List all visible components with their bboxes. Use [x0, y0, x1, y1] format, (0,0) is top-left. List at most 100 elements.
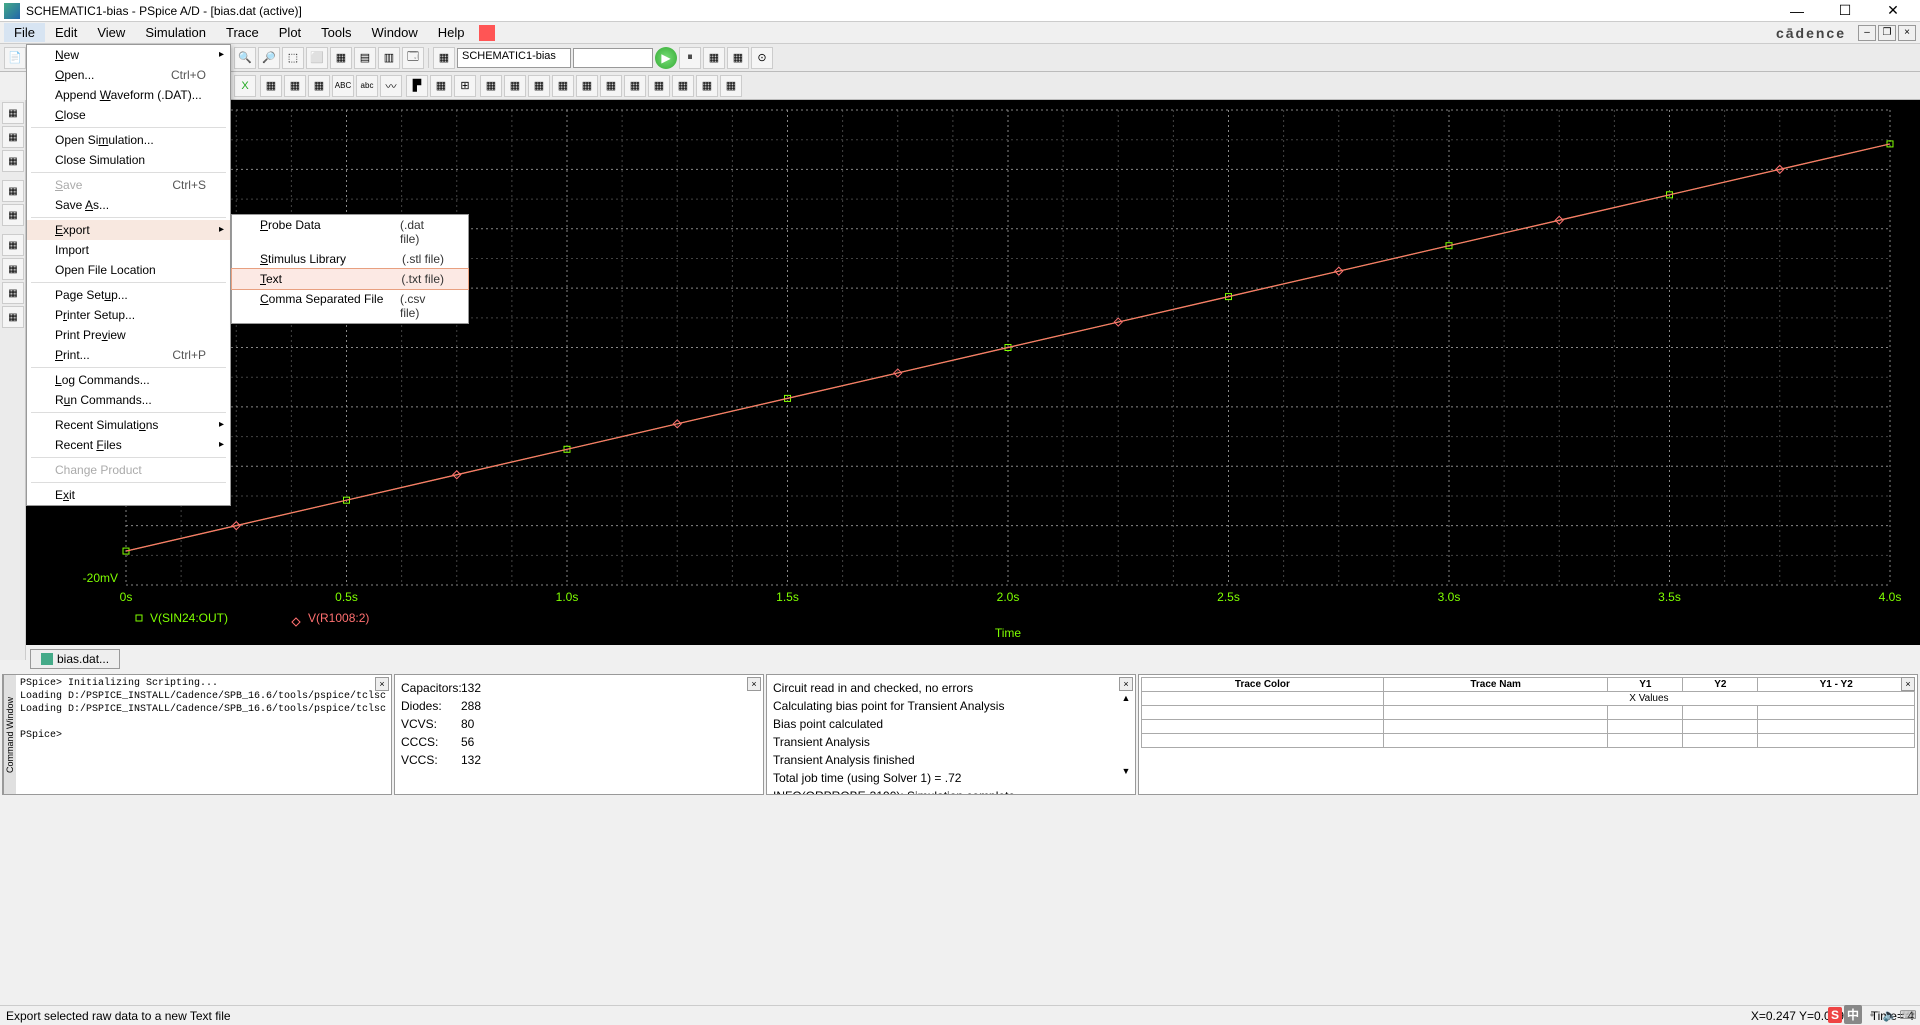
toolbar-icon[interactable]: 〰: [380, 75, 402, 97]
ime-lang[interactable]: 中: [1844, 1005, 1862, 1024]
file-print[interactable]: Print...Ctrl+P: [27, 345, 230, 365]
minimize-button[interactable]: —: [1774, 0, 1820, 22]
profile-combo[interactable]: [573, 48, 653, 68]
toolbar-icon[interactable]: ▦: [576, 75, 598, 97]
toolbar-icon[interactable]: ▥: [378, 47, 400, 69]
tool-icon[interactable]: ▦: [2, 234, 24, 256]
toolbar-icon[interactable]: ▦: [504, 75, 526, 97]
file-print-preview[interactable]: Print Preview: [27, 325, 230, 345]
zoom-out-icon[interactable]: 🔎: [258, 47, 280, 69]
toolbar-icon[interactable]: ▦: [284, 75, 306, 97]
cursor-table[interactable]: Trace Color Trace Nam Y1 Y2 Y1 - Y2 X Va…: [1141, 677, 1915, 748]
toolbar-icon[interactable]: ▦: [720, 75, 742, 97]
panel-close-button[interactable]: ×: [375, 677, 389, 691]
toolbar-icon[interactable]: ▦: [624, 75, 646, 97]
file-run-commands[interactable]: Run Commands...: [27, 390, 230, 410]
file-open-location[interactable]: Open File Location: [27, 260, 230, 280]
abc-icon[interactable]: abc: [356, 75, 378, 97]
tool-icon[interactable]: ▦: [2, 306, 24, 328]
plot-area[interactable]: 0s0.5s1.0s1.5s2.0s2.5s3.0s3.5s4.0s-20mVT…: [26, 100, 1920, 645]
th-trace-color[interactable]: Trace Color: [1142, 678, 1384, 692]
toolbar-icon[interactable]: ▦: [430, 75, 452, 97]
console-output[interactable]: PSpice> Initializing Scripting... Loadin…: [16, 675, 391, 794]
cursor-icon[interactable]: ▛: [406, 75, 428, 97]
toolbar-icon[interactable]: ▦: [308, 75, 330, 97]
file-exit[interactable]: Exit: [27, 485, 230, 505]
th-y1[interactable]: Y1: [1608, 678, 1683, 692]
th-y2[interactable]: Y2: [1683, 678, 1758, 692]
file-open-sim[interactable]: Open Simulation...: [27, 130, 230, 150]
pause-icon[interactable]: ⏸: [679, 47, 701, 69]
scroll-down-icon[interactable]: ▼: [1119, 766, 1133, 776]
scroll-up-icon[interactable]: ▲: [1119, 693, 1133, 703]
menu-simulation[interactable]: Simulation: [135, 23, 216, 42]
toolbar-icon[interactable]: ▦: [600, 75, 622, 97]
export-probe[interactable]: Probe Data(.dat file): [232, 215, 468, 249]
tray-icon[interactable]: 🔈: [1882, 1007, 1898, 1023]
waveform-plot[interactable]: 0s0.5s1.0s1.5s2.0s2.5s3.0s3.5s4.0s-20mVT…: [26, 100, 1920, 645]
toolbar-icon[interactable]: ▦: [727, 47, 749, 69]
file-close-sim[interactable]: Close Simulation: [27, 150, 230, 170]
toolbar-icon[interactable]: ▤: [354, 47, 376, 69]
zoom-area-icon[interactable]: ⬚: [282, 47, 304, 69]
doc-tab-bias[interactable]: bias.dat...: [30, 649, 120, 669]
th-trace-name[interactable]: Trace Nam: [1383, 678, 1608, 692]
toolbar-icon[interactable]: ▦: [703, 47, 725, 69]
menu-view[interactable]: View: [87, 23, 135, 42]
toolbar-icon[interactable]: ▦: [433, 47, 455, 69]
file-open[interactable]: Open...Ctrl+O: [27, 65, 230, 85]
tray-icon[interactable]: •: [1864, 1007, 1880, 1023]
schematic-combo[interactable]: SCHEMATIC1-bias: [457, 48, 571, 68]
excel-icon[interactable]: X: [234, 75, 256, 97]
tool-icon[interactable]: ▦: [2, 102, 24, 124]
toolbar-icon[interactable]: ▦: [330, 47, 352, 69]
menu-trace[interactable]: Trace: [216, 23, 269, 42]
toolbar-icon[interactable]: ▦: [260, 75, 282, 97]
panel-close-button[interactable]: ×: [747, 677, 761, 691]
menu-tools[interactable]: Tools: [311, 23, 361, 42]
menu-window[interactable]: Window: [362, 23, 428, 42]
toolbar-icon[interactable]: ⊞: [454, 75, 476, 97]
abc-icon[interactable]: ABC: [332, 75, 354, 97]
messages-body[interactable]: Circuit read in and checked, no errorsCa…: [767, 675, 1135, 794]
panel-close-button[interactable]: ×: [1901, 677, 1915, 691]
export-csv[interactable]: Comma Separated File(.csv file): [232, 289, 468, 323]
export-stimulus[interactable]: Stimulus Library(.stl file): [232, 249, 468, 269]
zoom-in-icon[interactable]: 🔍: [234, 47, 256, 69]
toolbar-icon[interactable]: ▦: [480, 75, 502, 97]
file-recent-sim[interactable]: Recent Simulations▸: [27, 415, 230, 435]
file-new[interactable]: New▸: [27, 45, 230, 65]
mdi-close-button[interactable]: ×: [1898, 25, 1916, 41]
tool-icon[interactable]: ▦: [2, 282, 24, 304]
toolbar-icon[interactable]: ▦: [672, 75, 694, 97]
help-icon[interactable]: [479, 25, 495, 41]
menu-help[interactable]: Help: [428, 23, 475, 42]
menu-plot[interactable]: Plot: [269, 23, 311, 42]
menu-edit[interactable]: Edit: [45, 23, 87, 42]
file-append[interactable]: Append Waveform (.DAT)...: [27, 85, 230, 105]
toolbar-icon[interactable]: ⊙: [751, 47, 773, 69]
file-save-as[interactable]: Save As...: [27, 195, 230, 215]
tool-icon[interactable]: ▦: [2, 150, 24, 172]
tool-icon[interactable]: ▦: [2, 204, 24, 226]
run-button[interactable]: ▶: [655, 47, 677, 69]
toolbar-icon[interactable]: ▦: [696, 75, 718, 97]
file-printer-setup[interactable]: Printer Setup...: [27, 305, 230, 325]
file-recent-files[interactable]: Recent Files▸: [27, 435, 230, 455]
tool-icon[interactable]: ▦: [2, 180, 24, 202]
file-page-setup[interactable]: Page Setup...: [27, 285, 230, 305]
panel-close-button[interactable]: ×: [1119, 677, 1133, 691]
toolbar-icon[interactable]: 🗔: [402, 47, 424, 69]
mdi-restore-button[interactable]: ❐: [1878, 25, 1896, 41]
file-export[interactable]: Export▸: [27, 220, 230, 240]
zoom-fit-icon[interactable]: ⬜: [306, 47, 328, 69]
mdi-minimize-button[interactable]: –: [1858, 25, 1876, 41]
close-button[interactable]: ✕: [1870, 0, 1916, 22]
toolbar-icon[interactable]: ▦: [528, 75, 550, 97]
tray-icon[interactable]: ⌨: [1900, 1007, 1916, 1023]
file-log-commands[interactable]: Log Commands...: [27, 370, 230, 390]
file-close[interactable]: Close: [27, 105, 230, 125]
toolbar-icon[interactable]: ▦: [552, 75, 574, 97]
tool-icon[interactable]: ▦: [2, 258, 24, 280]
ime-badge[interactable]: S: [1828, 1007, 1842, 1023]
